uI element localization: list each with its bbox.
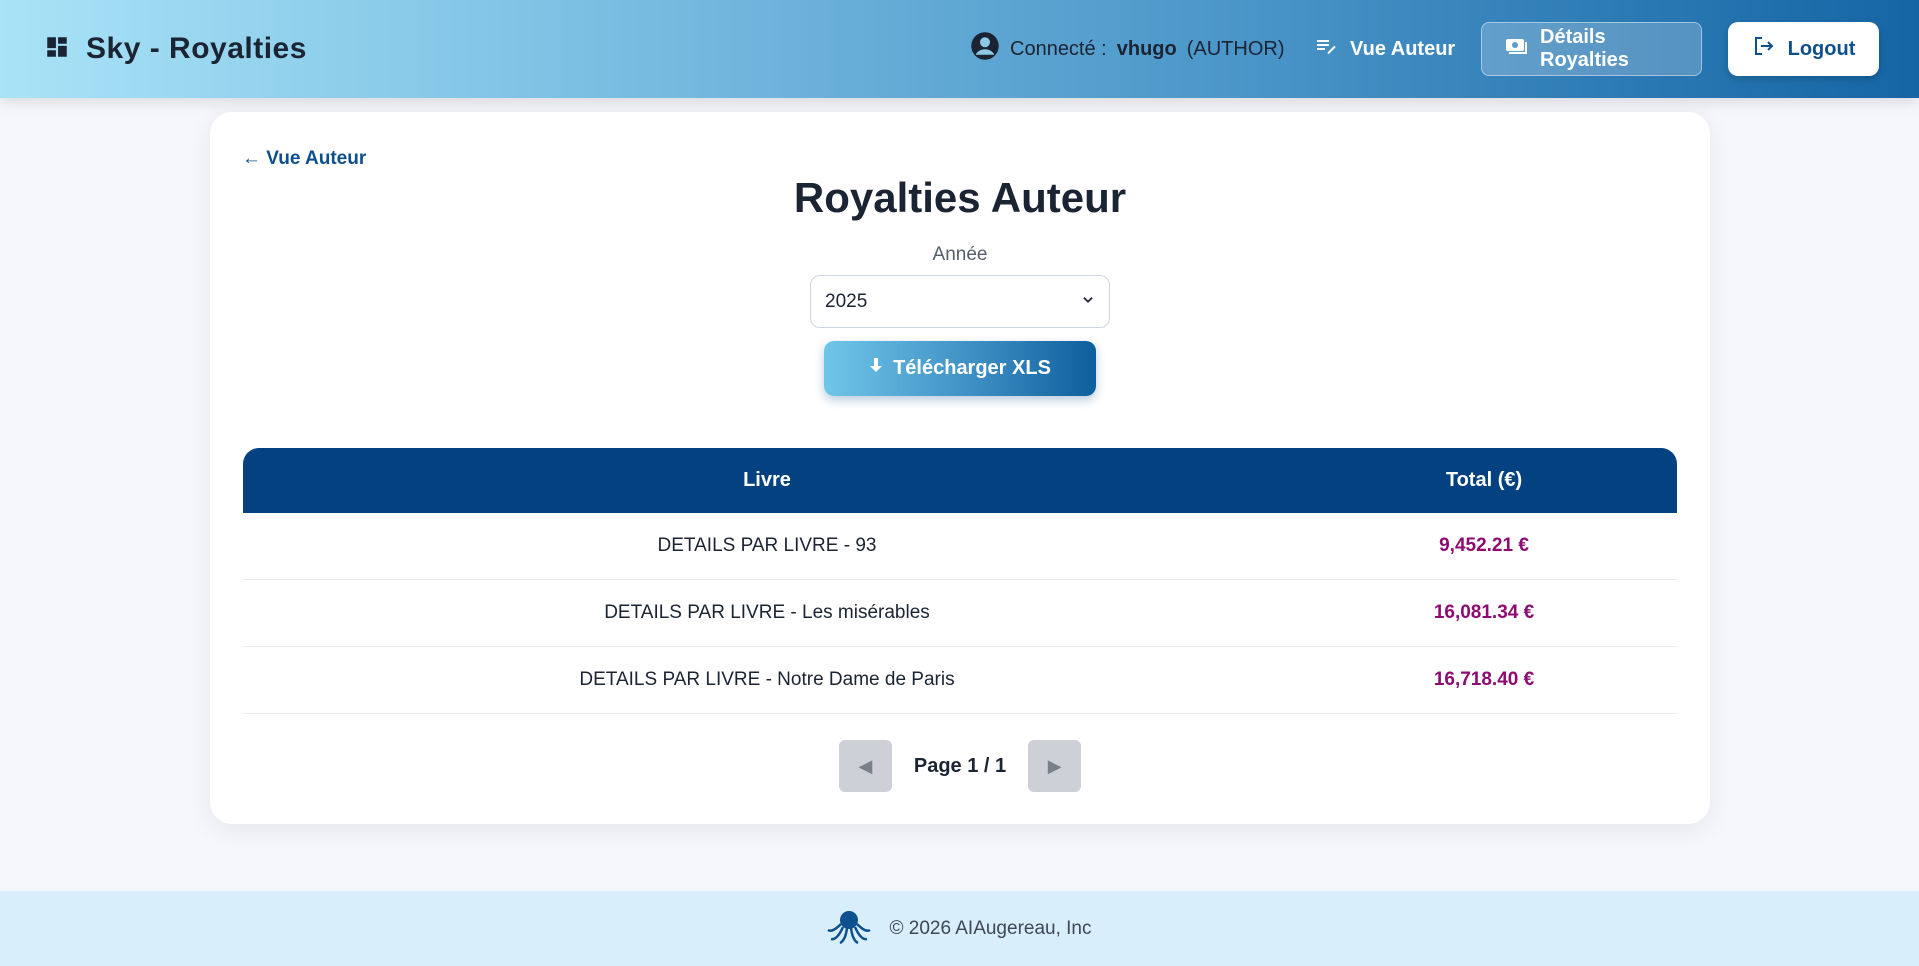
logout-button[interactable]: Logout bbox=[1728, 22, 1879, 76]
table-row[interactable]: DETAILS PAR LIVRE - Notre Dame de Paris … bbox=[243, 647, 1677, 714]
nav-vue-auteur-label: Vue Auteur bbox=[1350, 37, 1456, 60]
logout-label: Logout bbox=[1787, 37, 1856, 60]
user-role: (AUTHOR) bbox=[1186, 37, 1285, 60]
row-book: DETAILS PAR LIVRE - 93 bbox=[657, 535, 877, 556]
next-page-button[interactable]: ▶ bbox=[1028, 740, 1082, 792]
logout-icon bbox=[1752, 34, 1776, 64]
brand[interactable]: Sky - Royalties bbox=[44, 0, 307, 98]
account-circle-icon bbox=[970, 31, 1000, 67]
row-book: DETAILS PAR LIVRE - Notre Dame de Paris bbox=[579, 669, 955, 690]
page-title: Royalties Auteur bbox=[793, 174, 1127, 221]
royalties-card: ← Vue Auteur Royalties Auteur Année 2025… bbox=[210, 112, 1710, 824]
edit-note-icon bbox=[1314, 34, 1338, 64]
royalties-table: Livre Total (€) DETAILS PAR LIVRE - 93 9… bbox=[243, 448, 1677, 714]
payments-icon bbox=[1504, 34, 1528, 64]
prev-arrow-icon: ◀ bbox=[858, 755, 873, 776]
chevron-down-icon bbox=[1081, 291, 1095, 313]
table-row[interactable]: DETAILS PAR LIVRE - Les misérables 16,08… bbox=[243, 580, 1677, 647]
next-arrow-icon: ▶ bbox=[1047, 755, 1062, 776]
top-header: Sky - Royalties Connecté : vhugo (AUTHOR… bbox=[0, 0, 1919, 98]
download-xls-button[interactable]: Télécharger XLS bbox=[824, 341, 1096, 396]
copyright: © 2026 AIAugereau, Inc bbox=[889, 917, 1092, 939]
year-select[interactable]: 2025 bbox=[810, 275, 1110, 328]
year-label: Année bbox=[932, 244, 988, 265]
brand-title: Sky - Royalties bbox=[86, 32, 307, 65]
nav-vue-auteur[interactable]: Vue Auteur bbox=[1292, 22, 1477, 76]
download-label: Télécharger XLS bbox=[893, 357, 1051, 379]
nav-details-royalties[interactable]: Détails Royalties bbox=[1481, 22, 1702, 76]
user-info: Connecté : vhugo (AUTHOR) bbox=[970, 0, 1285, 98]
page-indicator: Page 1 / 1 bbox=[913, 754, 1007, 777]
table-row[interactable]: DETAILS PAR LIVRE - 93 9,452.21 € bbox=[243, 513, 1677, 580]
octopus-logo-icon bbox=[827, 908, 872, 950]
year-value: 2025 bbox=[825, 290, 868, 312]
row-book: DETAILS PAR LIVRE - Les misérables bbox=[604, 602, 930, 623]
prev-page-button[interactable]: ◀ bbox=[838, 740, 892, 792]
row-total: 16,081.34 € bbox=[1433, 602, 1535, 623]
footer: © 2026 AIAugereau, Inc bbox=[0, 891, 1919, 966]
user-prefix: Connecté : bbox=[1010, 37, 1107, 60]
dashboard-icon bbox=[44, 34, 70, 65]
table-header: Livre Total (€) bbox=[243, 448, 1677, 513]
back-link[interactable]: ← Vue Auteur bbox=[242, 148, 366, 170]
header-total: Total (€) bbox=[1445, 469, 1523, 491]
header-livre: Livre bbox=[743, 469, 791, 491]
pagination: ◀ Page 1 / 1 ▶ bbox=[210, 740, 1710, 792]
row-total: 9,452.21 € bbox=[1439, 535, 1529, 556]
download-icon bbox=[869, 357, 883, 380]
nav-details-label: Détails Royalties bbox=[1540, 26, 1629, 71]
row-total: 16,718.40 € bbox=[1433, 669, 1535, 690]
user-name: vhugo bbox=[1116, 37, 1177, 60]
